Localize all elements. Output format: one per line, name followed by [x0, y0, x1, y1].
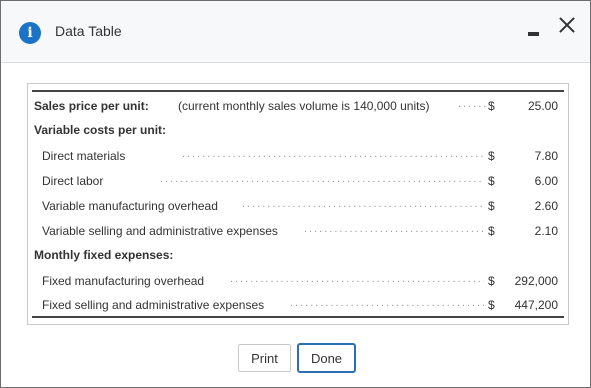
leader-dots: ........................................… — [160, 173, 484, 185]
data-table-dialog: i Data Table Sales price per unit: (curr… — [0, 0, 591, 388]
table-row-monthly-fixed-heading: Monthly fixed expenses: — [32, 241, 564, 266]
row-value: 6.00 — [534, 174, 558, 188]
row-label: Sales price per unit: — [34, 99, 149, 113]
leader-dots: ........................................… — [230, 273, 484, 285]
dialog-titlebar: i Data Table — [1, 1, 590, 63]
row-label: Variable selling and administrative expe… — [42, 224, 278, 238]
table-row-fixed-manufacturing-overhead: Fixed manufacturing overhead ...........… — [32, 267, 564, 292]
row-value: 2.60 — [534, 199, 558, 213]
row-label: Variable manufacturing overhead — [42, 199, 218, 213]
currency-symbol: $ — [488, 274, 495, 288]
done-button[interactable]: Done — [297, 343, 356, 373]
row-value: 2.10 — [534, 224, 558, 238]
currency-symbol: $ — [488, 298, 495, 312]
data-table: Sales price per unit: (current monthly s… — [32, 90, 564, 318]
row-value: 25.00 — [527, 99, 558, 113]
minimize-icon[interactable] — [526, 25, 542, 37]
info-icon: i — [19, 22, 41, 44]
leader-dots: ........................................… — [182, 148, 484, 160]
table-row-variable-manufacturing-overhead: Variable manufacturing overhead ........… — [32, 192, 564, 217]
table-row-variable-costs-heading: Variable costs per unit: — [32, 116, 564, 141]
dialog-title: Data Table — [55, 23, 122, 39]
table-row-fixed-selling-admin: Fixed selling and administrative expense… — [32, 291, 564, 316]
row-value: 7.80 — [534, 149, 558, 163]
leader-dots: ........................................… — [242, 198, 484, 210]
table-row-sales-price: Sales price per unit: (current monthly s… — [32, 92, 564, 117]
row-label: Monthly fixed expenses: — [34, 248, 174, 262]
table-row-direct-labor: Direct labor ...........................… — [32, 167, 564, 192]
row-label: Fixed selling and administrative expense… — [42, 298, 265, 312]
row-label: Direct materials — [42, 149, 126, 163]
data-table-container: Sales price per unit: (current monthly s… — [27, 83, 569, 325]
leader-dots: ........................................… — [304, 223, 484, 235]
row-value: 292,000 — [514, 274, 558, 288]
currency-symbol: $ — [488, 199, 495, 213]
currency-symbol: $ — [488, 99, 495, 113]
currency-symbol: $ — [488, 174, 495, 188]
row-label: Fixed manufacturing overhead — [42, 274, 205, 288]
close-icon[interactable] — [555, 13, 579, 37]
currency-symbol: $ — [488, 149, 495, 163]
row-label: Direct labor — [42, 174, 104, 188]
table-row-direct-materials: Direct materials .......................… — [32, 142, 564, 167]
leader-dots: ........................................… — [290, 297, 484, 309]
table-row-variable-selling-admin: Variable selling and administrative expe… — [32, 217, 564, 242]
print-button[interactable]: Print — [238, 344, 291, 372]
leader-dots: ............. — [458, 98, 486, 110]
row-note: (current monthly sales volume is 140,000… — [178, 99, 430, 113]
row-value: 447,200 — [514, 298, 558, 312]
row-label: Variable costs per unit: — [34, 123, 167, 137]
currency-symbol: $ — [488, 224, 495, 238]
